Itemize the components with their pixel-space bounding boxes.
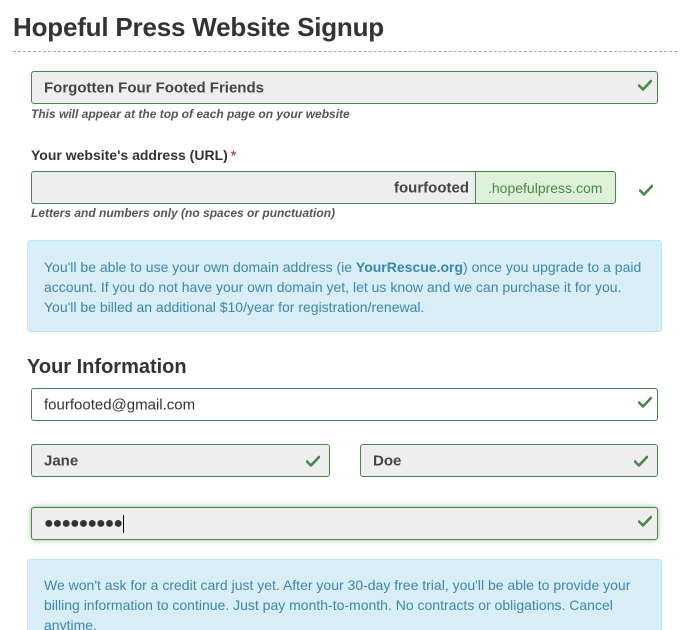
password-mask: ●●●●●●●●● bbox=[44, 514, 123, 532]
check-icon bbox=[638, 396, 652, 408]
text-caret bbox=[122, 514, 124, 533]
check-icon bbox=[638, 515, 652, 527]
site-name-help: This will appear at the top of each page… bbox=[31, 107, 350, 121]
check-icon bbox=[634, 455, 648, 467]
signup-page: Hopeful Press Website Signup Forgotten F… bbox=[0, 0, 689, 630]
password-value: ●●●●●●●●● bbox=[44, 514, 124, 533]
domain-info-box: You'll be able to use your own domain ad… bbox=[27, 240, 662, 332]
title-divider bbox=[13, 51, 677, 52]
url-suffix: .hopefulpress.com bbox=[488, 179, 603, 196]
your-information-heading: Your Information bbox=[27, 356, 187, 378]
check-icon bbox=[639, 184, 653, 196]
trial-info-box: We won't ask for a credit card just yet.… bbox=[27, 559, 662, 630]
page-title: Hopeful Press Website Signup bbox=[13, 12, 384, 42]
email-field[interactable]: fourfooted@gmail.com bbox=[31, 388, 658, 421]
last-name-field[interactable]: Doe bbox=[360, 444, 658, 477]
check-icon bbox=[638, 79, 652, 91]
url-input[interactable]: fourfooted bbox=[31, 171, 476, 204]
email-value: fourfooted@gmail.com bbox=[44, 396, 196, 413]
url-label-text: Your website's address (URL) bbox=[31, 147, 228, 163]
url-value: fourfooted bbox=[394, 179, 469, 196]
url-label: Your website's address (URL) * bbox=[31, 147, 236, 163]
site-name-field[interactable]: Forgotten Four Footed Friends bbox=[31, 71, 658, 104]
domain-example: YourRescue.org bbox=[355, 259, 464, 275]
site-name-value: Forgotten Four Footed Friends bbox=[44, 79, 264, 96]
check-icon bbox=[306, 455, 320, 467]
password-field[interactable]: ●●●●●●●●● bbox=[31, 507, 658, 540]
url-help: Letters and numbers only (no spaces or p… bbox=[31, 206, 336, 220]
last-name-value: Doe bbox=[373, 452, 402, 469]
required-mark: * bbox=[230, 147, 237, 163]
domain-info-text-before: You'll be able to use your own domain ad… bbox=[44, 259, 356, 275]
trial-info-text: We won't ask for a credit card just yet.… bbox=[44, 577, 631, 630]
first-name-field[interactable]: Jane bbox=[31, 444, 330, 477]
url-suffix-addon: .hopefulpress.com bbox=[476, 171, 616, 204]
first-name-value: Jane bbox=[44, 452, 79, 469]
